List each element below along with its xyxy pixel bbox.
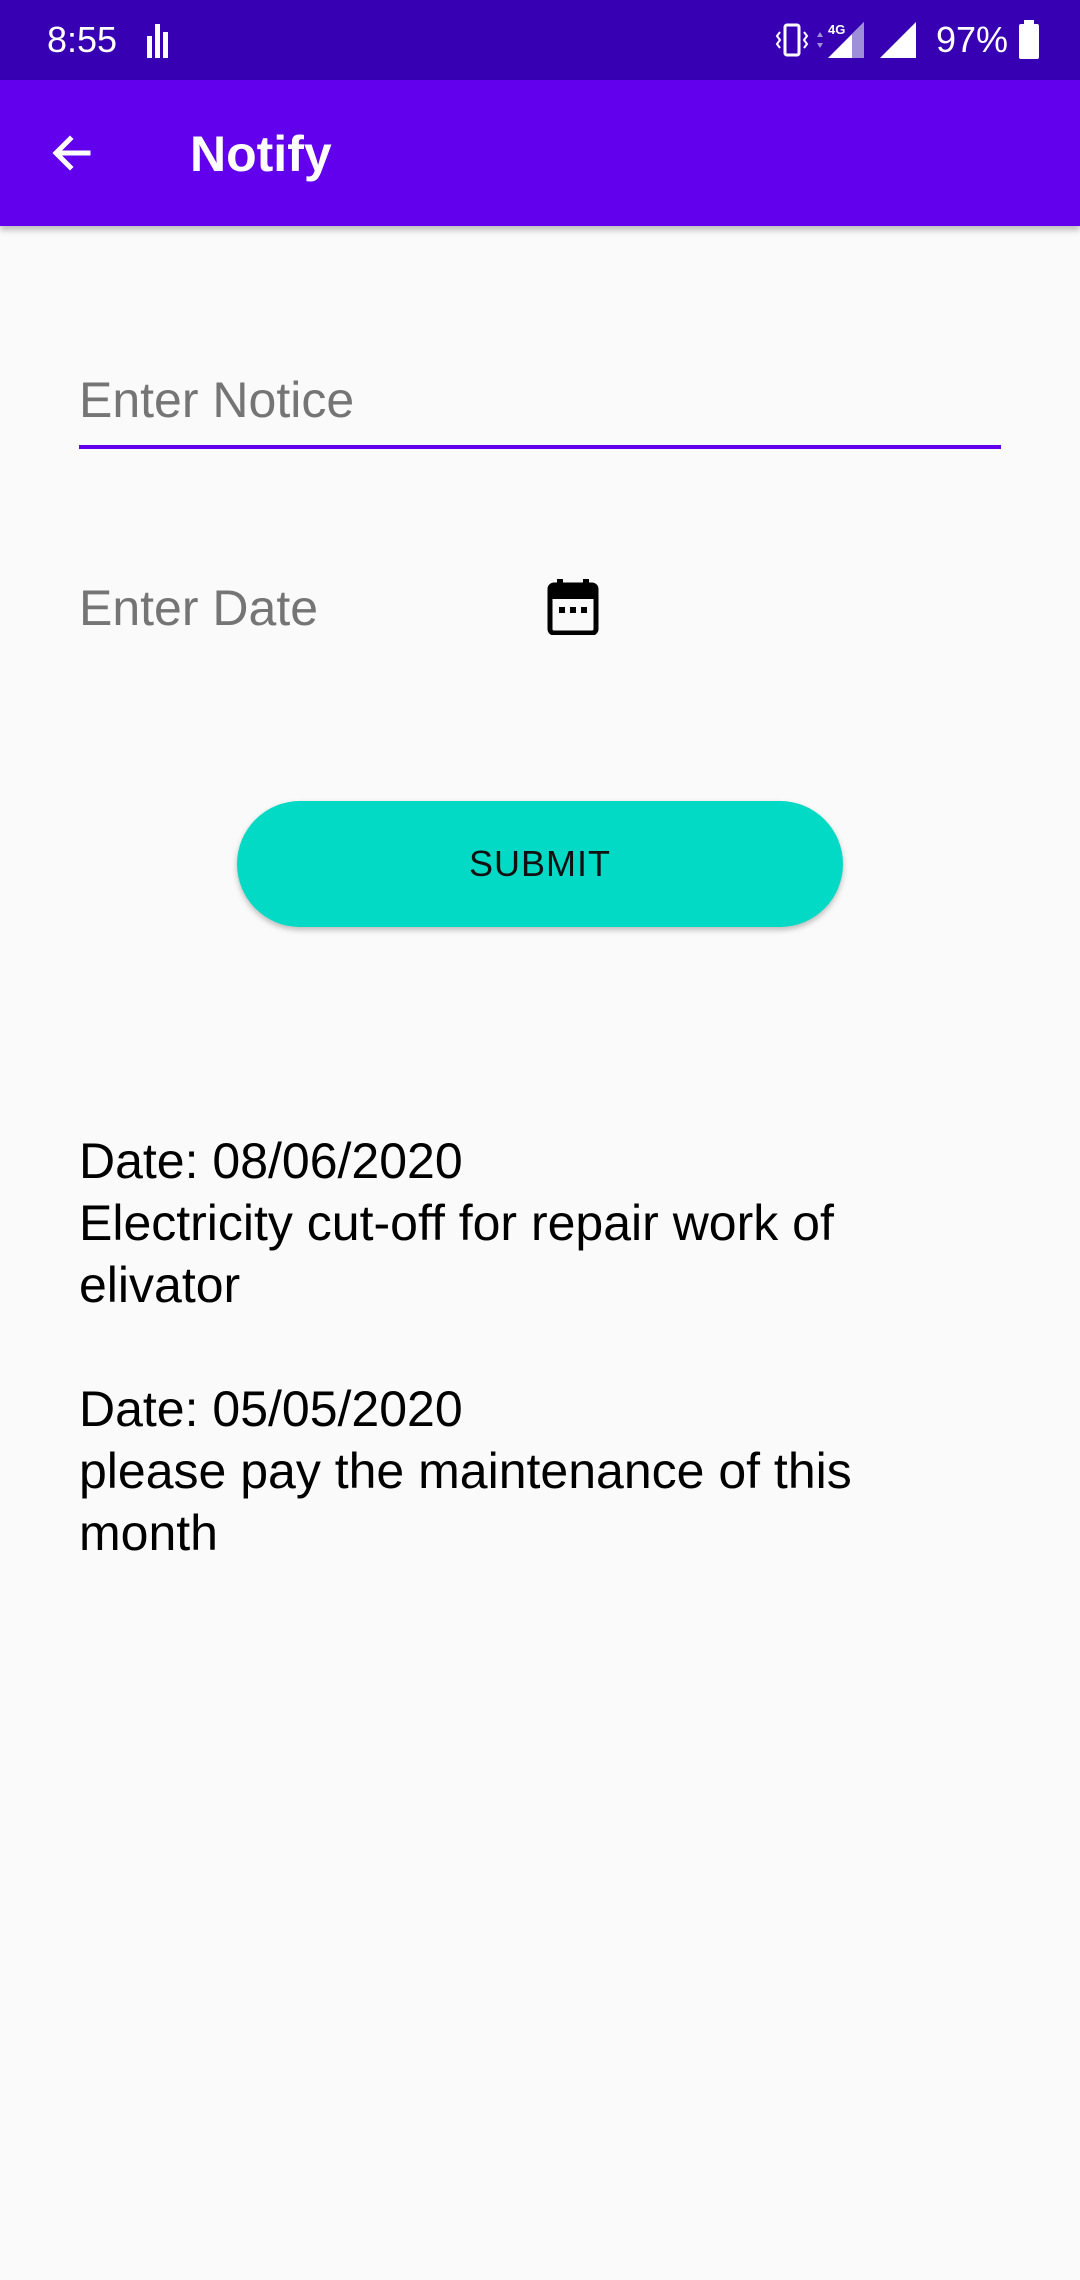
notice-input[interactable] [79,355,1001,449]
notice-date: Date: 05/05/2020 [79,1381,463,1437]
vibrate-icon [775,23,809,57]
notice-text: please pay the maintenance of this month [79,1443,852,1561]
svg-text:4G: 4G [828,22,845,37]
status-time: 8:55 [47,19,118,60]
back-button[interactable] [36,117,108,189]
arrow-back-icon [52,135,91,171]
status-bar: 8:55 4G 97% [0,0,1080,80]
notice-text: Electricity cut-off for repair work of e… [79,1195,834,1313]
notice-item: Date: 08/06/2020 Electricity cut-off for… [79,1130,999,1316]
notice-item: Date: 05/05/2020 please pay the maintena… [79,1378,999,1564]
app-bar: Notify [0,80,1080,226]
calendar-button[interactable] [540,574,606,640]
status-indicators: 4G 97% [774,18,1040,62]
activity-bars-icon [147,24,168,58]
battery-icon [1019,20,1039,59]
notice-list: Date: 08/06/2020 Electricity cut-off for… [79,1130,999,1626]
notice-date: Date: 08/06/2020 [79,1133,463,1189]
date-field[interactable]: Enter Date [79,578,318,638]
battery-percent: 97% [935,19,1008,60]
calendar-icon [547,579,599,635]
signal-strength-icon [879,22,916,58]
submit-button[interactable]: SUBMIT [237,801,843,927]
page-title: Notify [190,126,332,182]
mobile-signal-4g-icon: 4G [827,22,864,58]
data-arrows-icon [816,32,823,48]
